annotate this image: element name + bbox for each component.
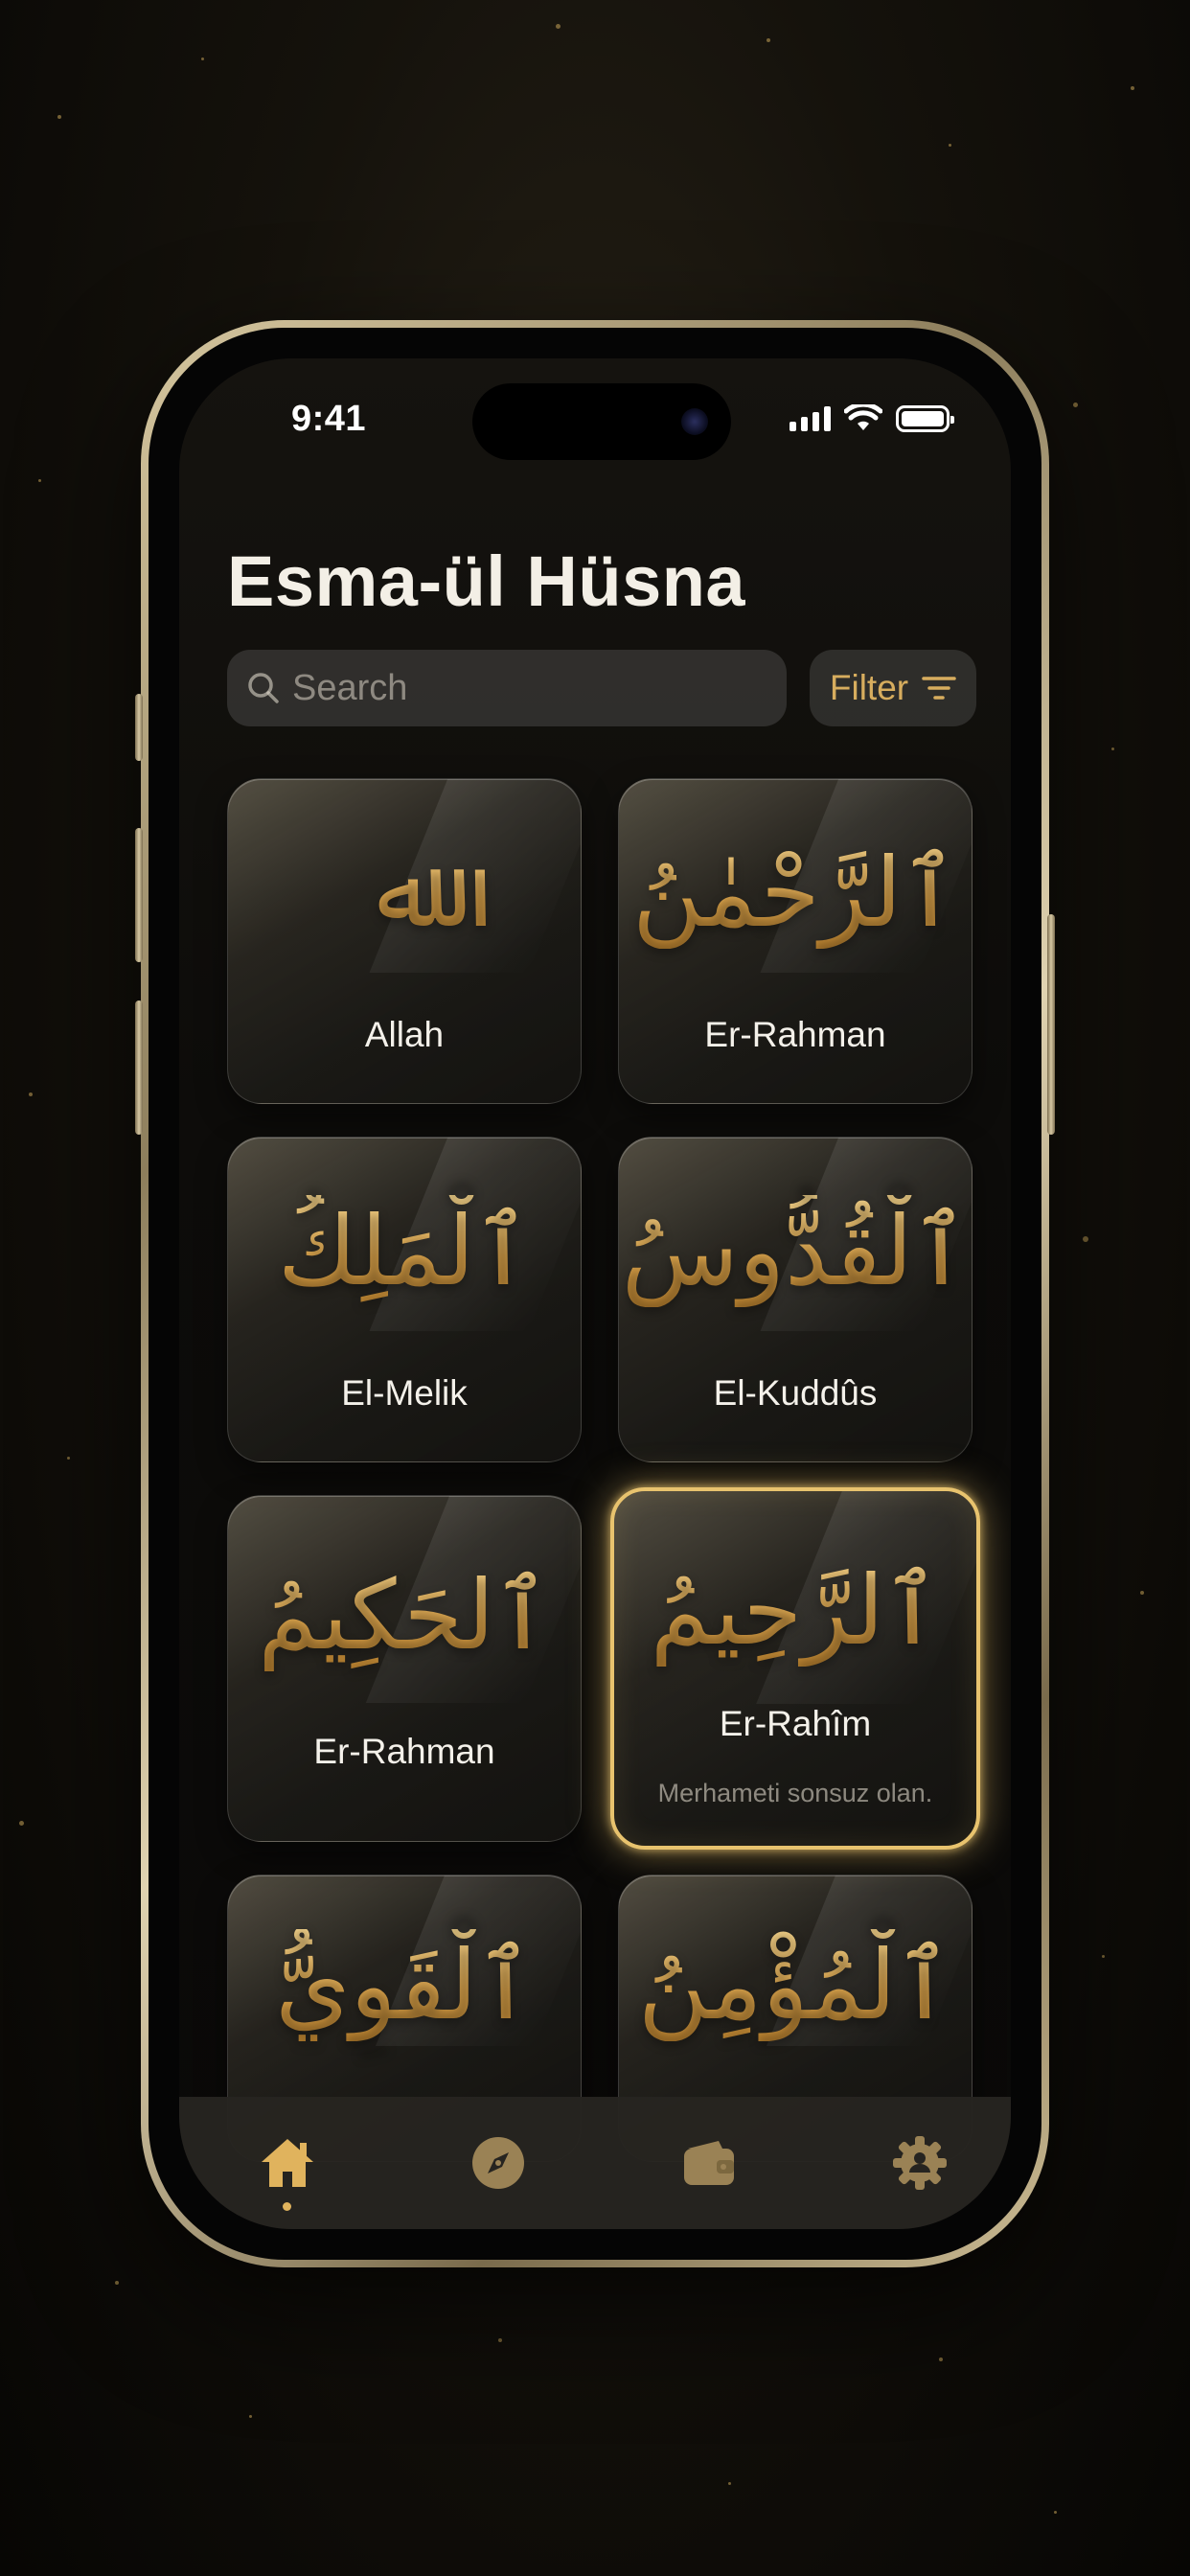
- latin-name: Er-Rahîm: [719, 1704, 872, 1743]
- tab-explore[interactable]: [465, 2129, 532, 2196]
- cellular-signal-icon: [790, 406, 831, 431]
- side-button: [1047, 914, 1055, 1135]
- active-tab-indicator: [283, 2202, 291, 2211]
- filter-button[interactable]: Filter: [810, 650, 976, 726]
- arabic-name: ٱلحَكِيمُ: [228, 1559, 581, 1671]
- tab-settings[interactable]: [886, 2129, 953, 2196]
- name-card-el-kuddus[interactable]: ٱلْقُدُّوسُ El-Kuddûs: [618, 1137, 973, 1462]
- tab-home[interactable]: [254, 2129, 321, 2196]
- arabic-name: ٱلرَّحْمٰنُ: [619, 837, 972, 949]
- filter-icon: [922, 677, 956, 700]
- wallet-icon: [684, 2141, 734, 2185]
- latin-name: El-Kuddûs: [713, 1373, 878, 1413]
- name-card-el-hakim[interactable]: ٱلحَكِيمُ Er-Rahman: [227, 1495, 582, 1842]
- filter-label: Filter: [829, 668, 909, 707]
- name-card-el-melik[interactable]: ٱلْمَلِكُ El-Melik: [227, 1137, 582, 1462]
- dynamic-island: [472, 383, 731, 460]
- latin-name: Er-Rahman: [704, 1015, 886, 1054]
- latin-name: Er-Rahman: [313, 1732, 495, 1771]
- latin-name: El-Melik: [341, 1373, 468, 1413]
- page-title: Esma-ül Hüsna: [227, 541, 746, 621]
- name-card-er-rahman[interactable]: ٱلرَّحْمٰنُ Er-Rahman: [618, 778, 973, 1104]
- tab-bar: [179, 2097, 1011, 2229]
- tab-wallet[interactable]: [675, 2129, 743, 2196]
- volume-up-button: [135, 828, 143, 962]
- wifi-icon: [844, 404, 882, 430]
- search-icon: [248, 673, 279, 703]
- arabic-name: ٱلْقَوِيُّ: [228, 1929, 581, 2041]
- action-button: [135, 694, 143, 761]
- compass-icon: [472, 2137, 524, 2189]
- name-description: Merhameti sonsuz olan.: [657, 1779, 933, 1807]
- phone-frame: 9:41 Esma-ül Hüsna Search Filter ﷲ Allah…: [135, 320, 1055, 2267]
- volume-down-button: [135, 1000, 143, 1135]
- battery-icon: [896, 405, 954, 432]
- arabic-name: ٱلرَّحِيمُ: [614, 1554, 976, 1667]
- search-input[interactable]: [290, 666, 744, 710]
- name-card-allah[interactable]: ﷲ Allah: [227, 778, 582, 1104]
- arabic-name: ٱلْمَلِكُ: [228, 1195, 581, 1307]
- arabic-name: ٱلْمُؤْمِنُ: [619, 1929, 972, 2041]
- arabic-name: ﷲ: [228, 837, 581, 949]
- name-card-er-rahim[interactable]: ٱلرَّحِيمُ Er-Rahîm Merhameti sonsuz ola…: [610, 1487, 980, 1850]
- latin-name: Allah: [364, 1015, 445, 1054]
- search-bar[interactable]: [227, 650, 787, 726]
- status-icons: [790, 404, 954, 433]
- app-screen: 9:41 Esma-ül Hüsna Search Filter ﷲ Allah…: [179, 358, 1011, 2229]
- home-icon: [262, 2139, 313, 2187]
- settings-icon: [893, 2136, 947, 2190]
- status-time: 9:41: [291, 399, 367, 439]
- arabic-name: ٱلْقُدُّوسُ: [619, 1195, 972, 1307]
